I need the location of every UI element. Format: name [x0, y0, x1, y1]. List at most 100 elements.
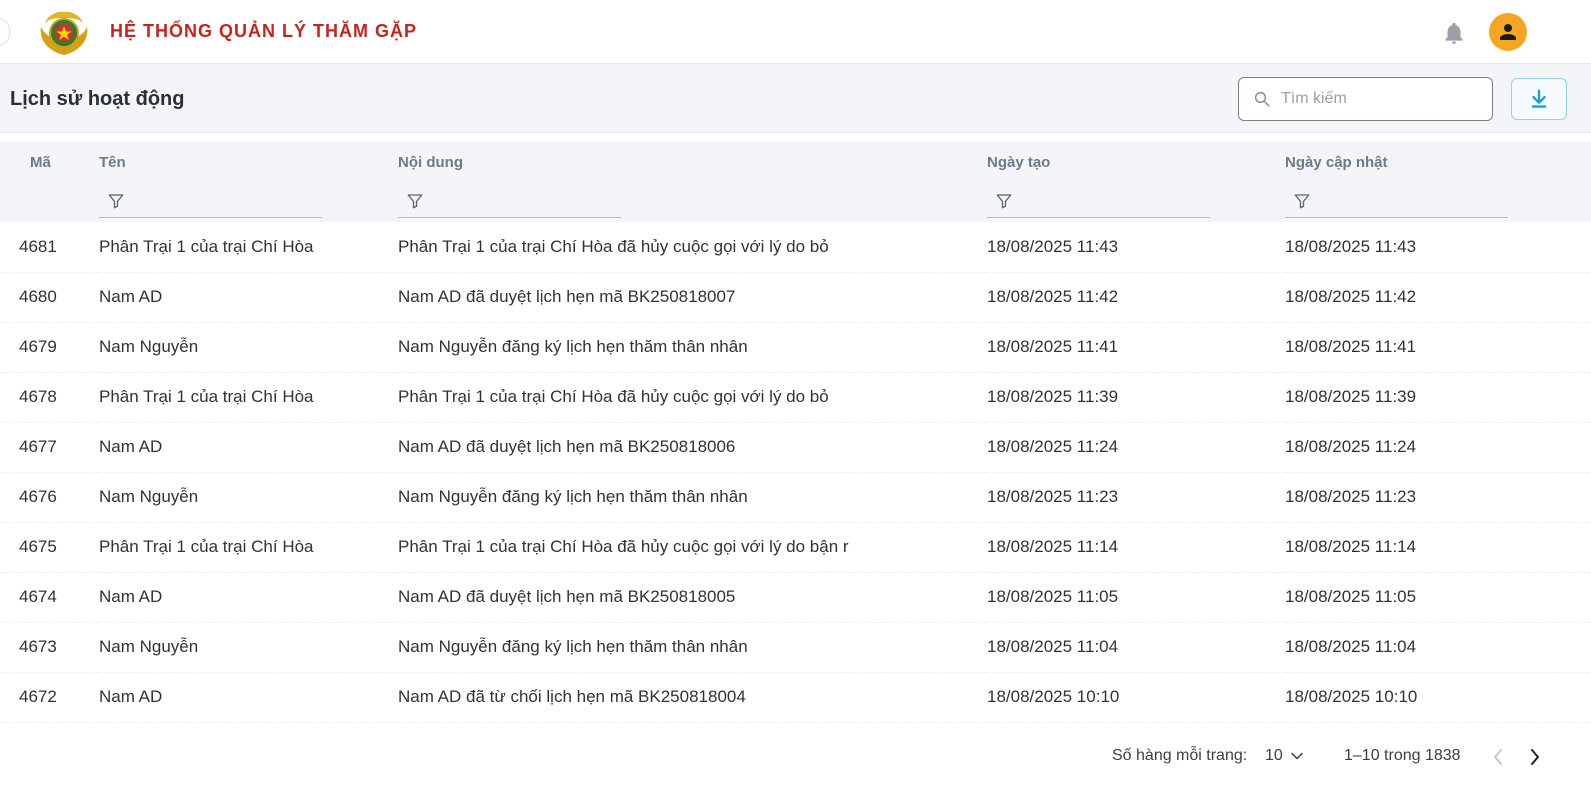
app-title: HỆ THỐNG QUẢN LÝ THĂM GẶP	[110, 21, 417, 41]
cell-updated: 18/08/2025 10:10	[1285, 672, 1591, 723]
table-row[interactable]: 4677 Nam AD Nam AD đã duyệt lịch hẹn mã …	[0, 422, 1591, 473]
table-row[interactable]: 4673 Nam Nguyễn Nam Nguyễn đăng ký lịch …	[0, 622, 1591, 673]
filter-icon[interactable]	[107, 192, 125, 210]
user-avatar-icon[interactable]	[1489, 13, 1527, 51]
cell-id: 4677	[0, 422, 99, 473]
filter-icon[interactable]	[995, 192, 1013, 210]
cell-name: Nam Nguyễn	[99, 472, 398, 523]
cell-id: 4672	[0, 672, 99, 723]
next-page-button[interactable]	[1523, 744, 1547, 770]
content-filter-input[interactable]	[398, 192, 621, 218]
cell-created: 18/08/2025 11:23	[987, 472, 1285, 523]
column-header-id[interactable]: Mã	[0, 142, 99, 222]
cell-updated: 18/08/2025 11:14	[1285, 522, 1591, 573]
cell-created: 18/08/2025 11:43	[987, 222, 1285, 273]
cell-content: Phân Trại 1 của trại Chí Hòa đã hủy cuộc…	[398, 522, 987, 573]
cell-name: Nam AD	[99, 422, 398, 473]
page-title: Lịch sử hoạt động	[10, 88, 185, 110]
table-row[interactable]: 4679 Nam Nguyễn Nam Nguyễn đăng ký lịch …	[0, 322, 1591, 373]
table-row[interactable]: 4681 Phân Trại 1 của trại Chí Hòa Phân T…	[0, 222, 1591, 273]
pagination-bar: Số hàng mỗi trang: 10 1–10 trong 1838	[0, 736, 1591, 776]
cell-created: 18/08/2025 11:14	[987, 522, 1285, 573]
cell-created: 18/08/2025 11:39	[987, 372, 1285, 423]
filter-icon[interactable]	[406, 192, 424, 210]
cell-content: Nam AD đã từ chối lịch hẹn mã BK25081800…	[398, 672, 987, 723]
cell-name: Nam AD	[99, 572, 398, 623]
cell-updated: 18/08/2025 11:05	[1285, 572, 1591, 623]
cell-updated: 18/08/2025 11:04	[1285, 622, 1591, 673]
column-header-label: Nội dung	[398, 154, 463, 171]
rows-per-page-label: Số hàng mỗi trang:	[1112, 747, 1248, 764]
column-header-updated[interactable]: Ngày cập nhật	[1285, 142, 1591, 222]
cell-name: Phân Trại 1 của trại Chí Hòa	[99, 522, 398, 573]
cell-name: Nam AD	[99, 272, 398, 323]
table-row[interactable]: 4678 Phân Trại 1 của trại Chí Hòa Phân T…	[0, 372, 1591, 423]
chevron-down-icon	[1291, 752, 1303, 760]
cell-updated: 18/08/2025 11:23	[1285, 472, 1591, 523]
chevron-left-icon	[1494, 749, 1502, 765]
chevron-right-icon	[1531, 749, 1539, 765]
cell-id: 4676	[0, 472, 99, 523]
cell-content: Nam AD đã duyệt lịch hẹn mã BK250818006	[398, 422, 987, 473]
download-button[interactable]	[1511, 78, 1567, 120]
cell-id: 4678	[0, 372, 99, 423]
sidebar-toggle[interactable]	[0, 18, 10, 46]
table-header-row: Mã Tên Nội dung Ngày tạo Ngày cập nhật	[0, 142, 1591, 222]
download-icon	[1531, 89, 1547, 108]
column-header-label: Ngày tạo	[987, 154, 1051, 171]
table-row[interactable]: 4680 Nam AD Nam AD đã duyệt lịch hẹn mã …	[0, 272, 1591, 323]
cell-content: Nam Nguyễn đăng ký lịch hẹn thăm thân nh…	[398, 622, 987, 673]
table-row[interactable]: 4674 Nam AD Nam AD đã duyệt lịch hẹn mã …	[0, 572, 1591, 623]
cell-created: 18/08/2025 11:05	[987, 572, 1285, 623]
cell-id: 4674	[0, 572, 99, 623]
table-row[interactable]: 4676 Nam Nguyễn Nam Nguyễn đăng ký lịch …	[0, 472, 1591, 523]
cell-created: 18/08/2025 11:04	[987, 622, 1285, 673]
search-field[interactable]	[1238, 77, 1493, 121]
cell-created: 18/08/2025 11:41	[987, 322, 1285, 373]
pagination-range: 1–10 trong 1838	[1344, 747, 1461, 764]
search-input[interactable]	[1281, 90, 1481, 108]
cell-updated: 18/08/2025 11:24	[1285, 422, 1591, 473]
cell-updated: 18/08/2025 11:42	[1285, 272, 1591, 323]
column-header-content[interactable]: Nội dung	[398, 142, 987, 222]
cell-content: Nam AD đã duyệt lịch hẹn mã BK250818007	[398, 272, 987, 323]
cell-name: Phân Trại 1 của trại Chí Hòa	[99, 222, 398, 273]
cell-updated: 18/08/2025 11:41	[1285, 322, 1591, 373]
search-icon	[1254, 91, 1270, 107]
name-filter-input[interactable]	[99, 192, 322, 218]
cell-content: Phân Trại 1 của trại Chí Hòa đã hủy cuộc…	[398, 372, 987, 423]
cell-id: 4680	[0, 272, 99, 323]
cell-updated: 18/08/2025 11:43	[1285, 222, 1591, 273]
police-emblem-logo	[37, 9, 91, 57]
table-row[interactable]: 4672 Nam AD Nam AD đã từ chối lịch hẹn m…	[0, 672, 1591, 723]
cell-name: Nam AD	[99, 672, 398, 723]
cell-id: 4673	[0, 622, 99, 673]
column-header-label: Tên	[99, 154, 126, 171]
column-header-name[interactable]: Tên	[99, 142, 398, 222]
filter-icon[interactable]	[1293, 192, 1311, 210]
cell-id: 4681	[0, 222, 99, 273]
cell-name: Nam Nguyễn	[99, 322, 398, 373]
cell-id: 4679	[0, 322, 99, 373]
cell-id: 4675	[0, 522, 99, 573]
cell-updated: 18/08/2025 11:39	[1285, 372, 1591, 423]
previous-page-button[interactable]	[1486, 744, 1510, 770]
cell-name: Nam Nguyễn	[99, 622, 398, 673]
top-header: HỆ THỐNG QUẢN LÝ THĂM GẶP	[0, 0, 1591, 64]
cell-content: Phân Trại 1 của trại Chí Hòa đã hủy cuộc…	[398, 222, 987, 273]
column-header-label: Ngày cập nhật	[1285, 154, 1388, 171]
cell-created: 18/08/2025 11:24	[987, 422, 1285, 473]
updated-filter-input[interactable]	[1285, 192, 1508, 218]
cell-name: Phân Trại 1 của trại Chí Hòa	[99, 372, 398, 423]
cell-content: Nam AD đã duyệt lịch hẹn mã BK250818005	[398, 572, 987, 623]
cell-created: 18/08/2025 11:42	[987, 272, 1285, 323]
activity-table: Mã Tên Nội dung Ngày tạo Ngày cập nhật 4…	[0, 142, 1591, 723]
column-header-label: Mã	[30, 154, 51, 171]
cell-created: 18/08/2025 10:10	[987, 672, 1285, 723]
table-row[interactable]: 4675 Phân Trại 1 của trại Chí Hòa Phân T…	[0, 522, 1591, 573]
bell-icon[interactable]	[1441, 19, 1467, 47]
cell-content: Nam Nguyễn đăng ký lịch hẹn thăm thân nh…	[398, 472, 987, 523]
rows-per-page-select[interactable]: 10	[1265, 747, 1303, 765]
column-header-created[interactable]: Ngày tạo	[987, 142, 1285, 222]
created-filter-input[interactable]	[987, 192, 1210, 218]
